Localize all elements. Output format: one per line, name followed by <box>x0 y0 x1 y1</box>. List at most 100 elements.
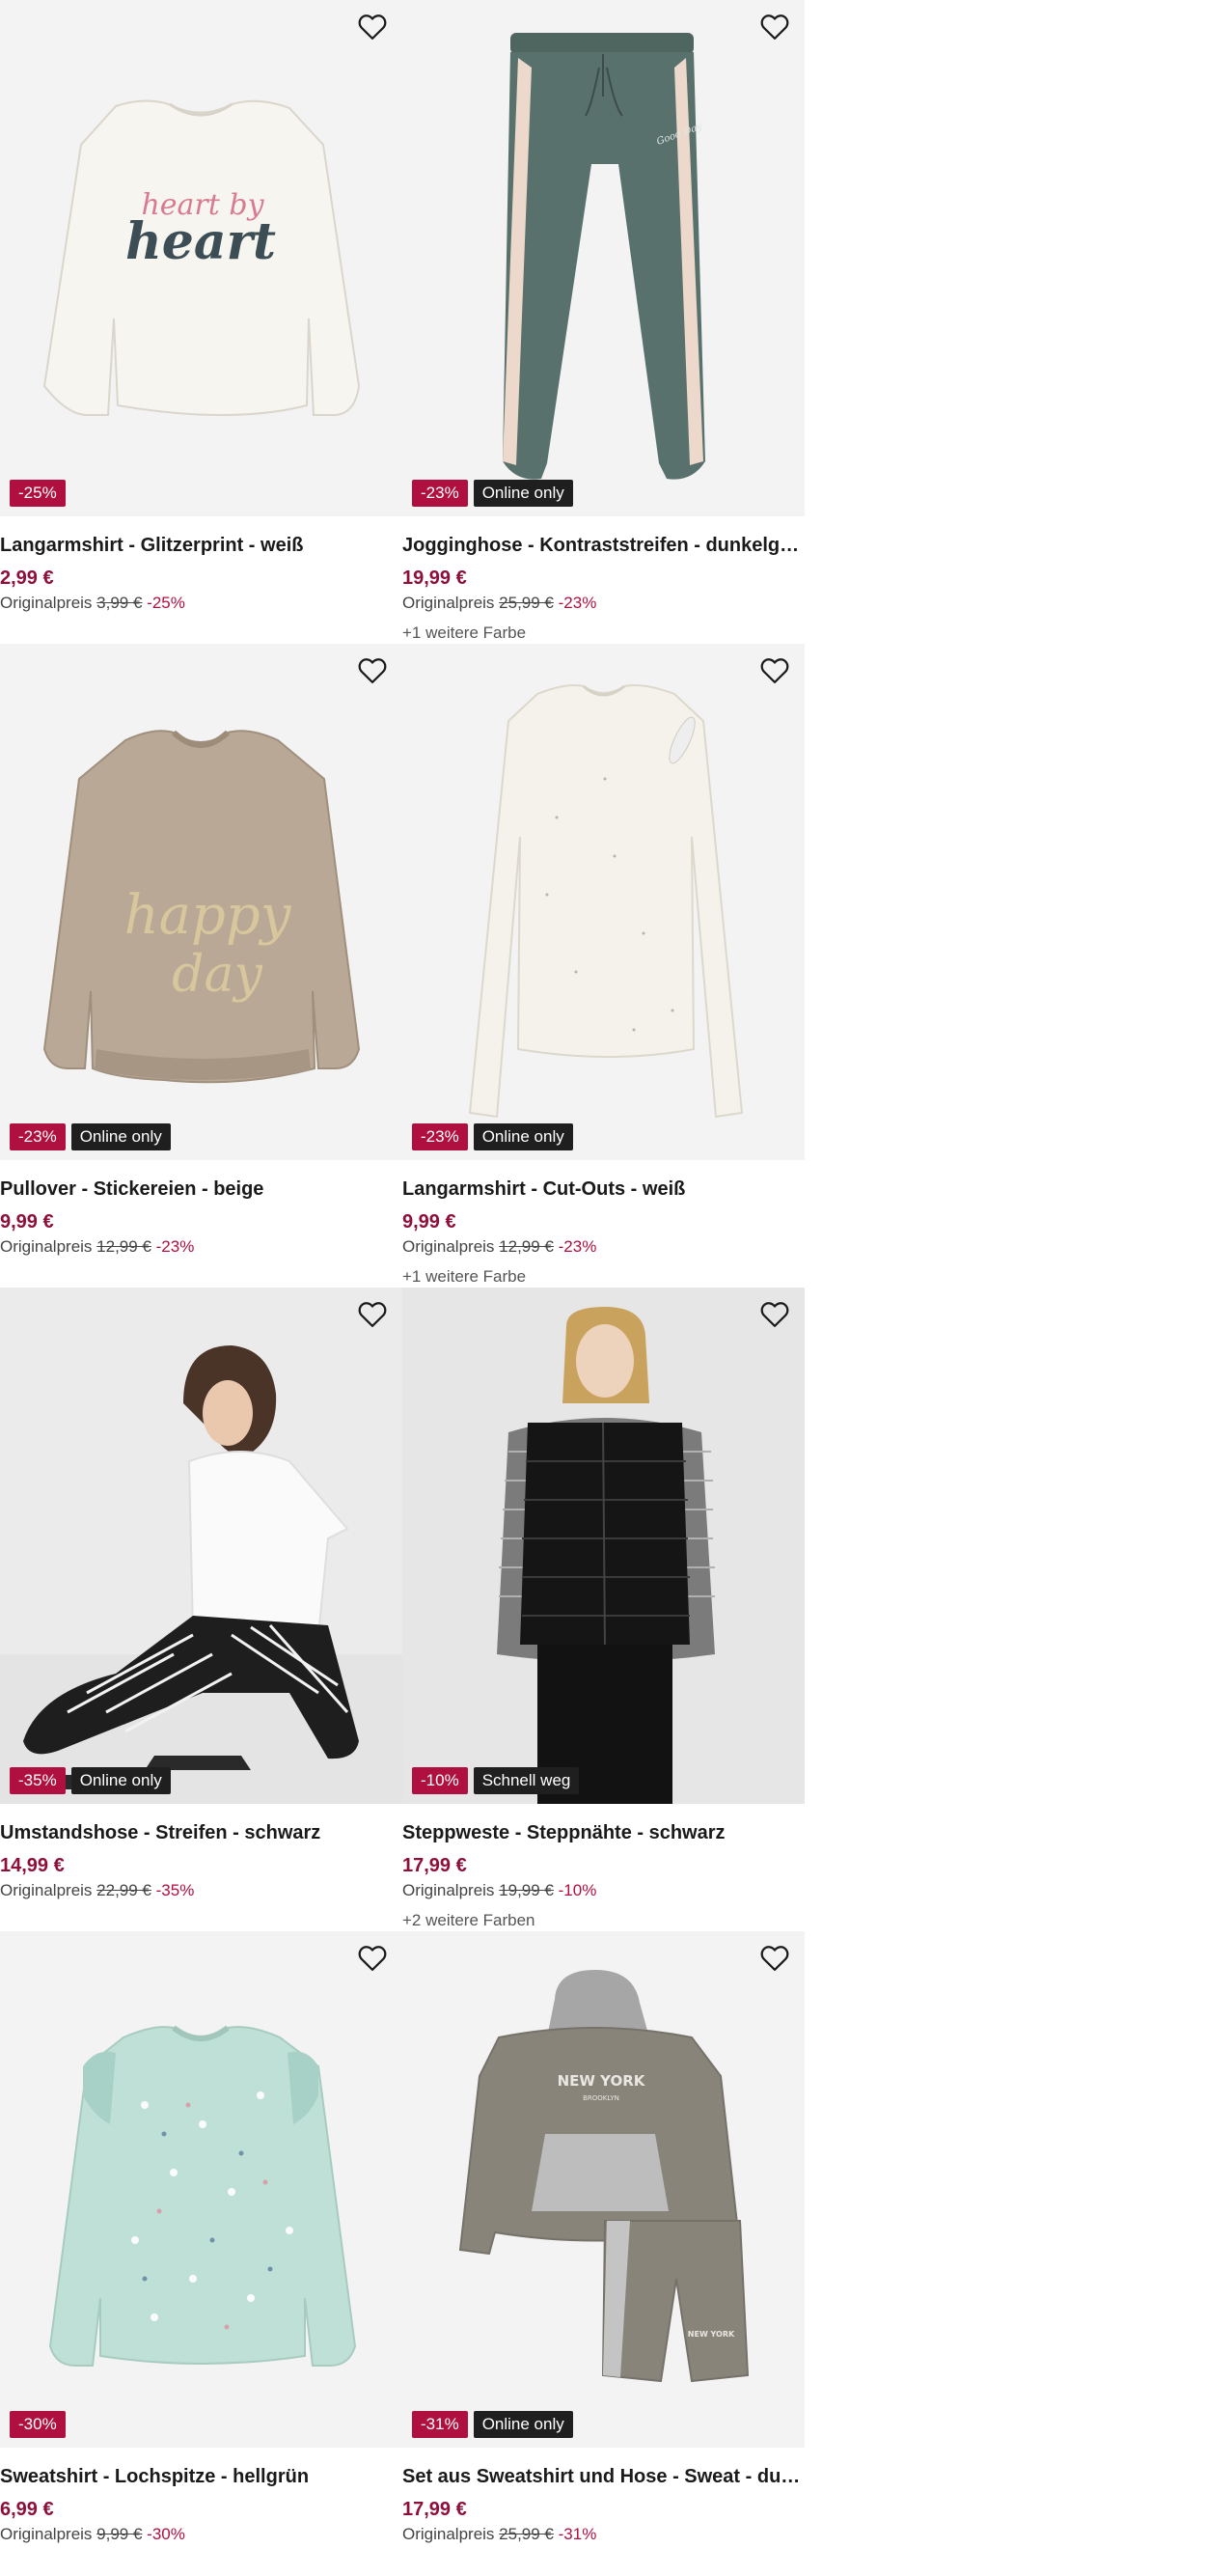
cutout-longsleeve-image <box>468 684 744 1119</box>
badge-row: -23% Online only <box>10 1123 171 1150</box>
wishlist-heart-icon[interactable] <box>356 1943 389 1974</box>
print-text: heart <box>125 212 276 271</box>
badge-row: -30% <box>10 2411 66 2438</box>
badge-row: -23% Online only <box>412 1123 573 1150</box>
product-title[interactable]: Set aus Sweatshirt und Hose - Sweat - du… <box>402 2464 805 2489</box>
maternity-pants-photo <box>0 1345 402 1804</box>
product-card[interactable]: -35% Online only Umstandshose - Streifen… <box>0 1288 402 1931</box>
original-price: 25,99 € <box>499 2525 554 2543</box>
product-info[interactable]: Jogginghose - Kontraststreifen - dunkelg… <box>402 516 805 644</box>
print-text: happy <box>124 884 292 947</box>
original-price-label: Originalpreis <box>0 2525 93 2543</box>
wishlist-heart-icon[interactable] <box>758 12 791 42</box>
badge-row: -35% Online only <box>10 1767 171 1794</box>
original-price: 19,99 € <box>499 1881 554 1899</box>
product-title[interactable]: Sweatshirt - Lochspitze - hellgrün <box>0 2464 402 2489</box>
original-price-line: Originalpreis 3,99 € -25% <box>0 593 402 614</box>
original-price: 12,99 € <box>96 1237 151 1256</box>
discount-badge: -23% <box>412 1123 468 1150</box>
original-price: 25,99 € <box>499 594 554 612</box>
product-title[interactable]: Langarmshirt - Cut-Outs - weiß <box>402 1177 805 1202</box>
more-colors-link[interactable]: +1 weitere Farbe <box>402 1266 805 1288</box>
product-title[interactable]: Jogginghose - Kontraststreifen - dunkelg… <box>402 533 805 558</box>
original-price-line: Originalpreis 25,99 € -31% <box>402 2524 805 2545</box>
discount-percent: -23% <box>558 1237 597 1256</box>
discount-badge: -31% <box>412 2411 468 2438</box>
discount-percent: -30% <box>147 2525 185 2543</box>
wishlist-heart-icon[interactable] <box>758 655 791 686</box>
product-info[interactable]: Pullover - Stickereien - beige 9,99 € Or… <box>0 1160 402 1258</box>
badge-row: -31% Online only <box>412 2411 573 2438</box>
more-colors-link[interactable]: +1 weitere Farbe <box>402 623 805 644</box>
product-image[interactable]: Good Day <box>402 0 805 516</box>
product-image[interactable]: happy day <box>0 644 402 1160</box>
sale-price: 2,99 € <box>0 568 54 589</box>
discount-badge: -23% <box>10 1123 66 1150</box>
longsleeve-heart-image: heart by heart <box>42 99 361 416</box>
badge-row: -25% <box>10 480 66 507</box>
original-price-line: Originalpreis 25,99 € -23% <box>402 593 805 614</box>
original-price-line: Originalpreis 19,99 € -10% <box>402 1880 805 1901</box>
discount-badge: -23% <box>412 480 468 507</box>
product-image[interactable]: heart by heart <box>0 0 402 516</box>
discount-percent: -23% <box>558 594 597 612</box>
product-title[interactable]: Umstandshose - Streifen - schwarz <box>0 1820 402 1845</box>
print-text: BROOKLYN <box>583 2094 619 2102</box>
print-text: NEW YORK <box>688 2330 735 2339</box>
wishlist-heart-icon[interactable] <box>758 1943 791 1974</box>
sweatshirt-lace-image <box>48 2025 357 2367</box>
sale-price: 9,99 € <box>0 1211 54 1233</box>
product-card[interactable]: -23% Online only Langarmshirt - Cut-Outs… <box>402 644 805 1288</box>
online-only-badge: Online only <box>473 2411 573 2438</box>
online-only-badge: Online only <box>70 1767 171 1794</box>
product-image[interactable] <box>402 1288 805 1804</box>
wishlist-heart-icon[interactable] <box>356 12 389 42</box>
product-info[interactable]: Set aus Sweatshirt und Hose - Sweat - du… <box>402 2448 805 2545</box>
product-card[interactable]: Good Day -23% Online only Jogginghose - … <box>402 0 805 644</box>
sale-price: 17,99 € <box>402 1855 467 1876</box>
product-card[interactable]: happy day -23% Online only Pullover - St… <box>0 644 402 1288</box>
product-image[interactable] <box>0 1931 402 2448</box>
original-price: 12,99 € <box>499 1237 554 1256</box>
product-grid: heart by heart -25% Langarmshirt - Glitz… <box>0 0 805 2575</box>
sale-price: 19,99 € <box>402 568 467 589</box>
wishlist-heart-icon[interactable] <box>356 1299 389 1330</box>
online-only-badge: Online only <box>473 480 573 507</box>
more-colors-link[interactable]: +2 weitere Farben <box>402 1910 805 1931</box>
original-price: 22,99 € <box>96 1881 151 1899</box>
selling-fast-badge: Schnell weg <box>473 1767 580 1794</box>
product-image[interactable] <box>0 1288 402 1804</box>
product-info[interactable]: Langarmshirt - Cut-Outs - weiß 9,99 € Or… <box>402 1160 805 1288</box>
product-info[interactable]: Umstandshose - Streifen - schwarz 14,99 … <box>0 1804 402 1901</box>
original-price-line: Originalpreis 9,99 € -30% <box>0 2524 402 2545</box>
product-card[interactable]: heart by heart -25% Langarmshirt - Glitz… <box>0 0 402 644</box>
original-price: 3,99 € <box>96 594 143 612</box>
product-card[interactable]: NEW YORK BROOKLYN NEW YORK -31% Online o… <box>402 1931 805 2575</box>
product-info[interactable]: Sweatshirt - Lochspitze - hellgrün 6,99 … <box>0 2448 402 2545</box>
wishlist-heart-icon[interactable] <box>758 1299 791 1330</box>
product-title[interactable]: Pullover - Stickereien - beige <box>0 1177 402 1202</box>
product-card[interactable]: -10% Schnell weg Steppweste - Steppnähte… <box>402 1288 805 1931</box>
discount-badge: -35% <box>10 1767 66 1794</box>
discount-badge: -25% <box>10 480 66 507</box>
product-image[interactable] <box>402 644 805 1160</box>
original-price-line: Originalpreis 12,99 € -23% <box>0 1236 402 1258</box>
original-price-label: Originalpreis <box>0 594 93 612</box>
wishlist-heart-icon[interactable] <box>356 655 389 686</box>
print-text: day <box>172 946 262 1004</box>
product-image[interactable]: NEW YORK BROOKLYN NEW YORK <box>402 1931 805 2448</box>
print-text: NEW YORK <box>558 2072 646 2090</box>
product-info[interactable]: Langarmshirt - Glitzerprint - weiß 2,99 … <box>0 516 402 614</box>
knit-pullover-image: happy day <box>42 730 361 1084</box>
discount-percent: -31% <box>558 2525 597 2543</box>
product-title[interactable]: Steppweste - Steppnähte - schwarz <box>402 1820 805 1845</box>
sale-price: 9,99 € <box>402 1211 456 1233</box>
quilted-vest-photo <box>402 1288 805 1804</box>
discount-percent: -10% <box>558 1881 597 1899</box>
product-title[interactable]: Langarmshirt - Glitzerprint - weiß <box>0 533 402 558</box>
discount-percent: -23% <box>155 1237 195 1256</box>
product-card[interactable]: -30% Sweatshirt - Lochspitze - hellgrün … <box>0 1931 402 2575</box>
product-info[interactable]: Steppweste - Steppnähte - schwarz 17,99 … <box>402 1804 805 1931</box>
original-price-line: Originalpreis 12,99 € -23% <box>402 1236 805 1258</box>
discount-badge: -30% <box>10 2411 66 2438</box>
